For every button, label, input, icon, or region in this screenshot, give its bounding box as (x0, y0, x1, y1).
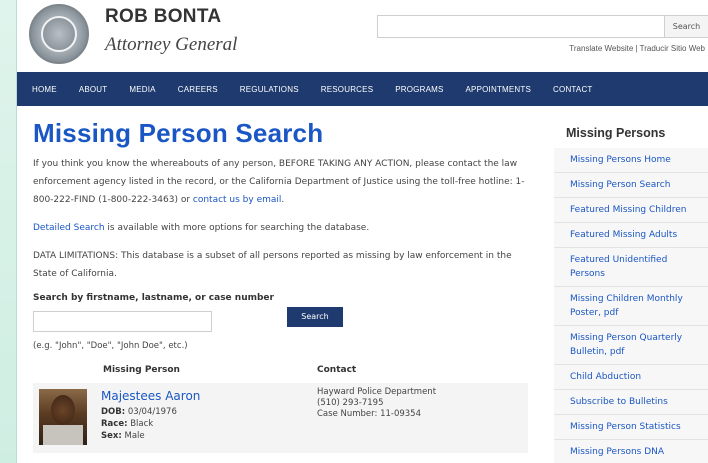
sidebar-item-missing-persons-dna[interactable]: Missing Persons DNA (554, 440, 708, 463)
main-nav: HOME ABOUT MEDIA CAREERS REGULATIONS RES… (17, 72, 708, 106)
contact-case-number: Case Number: 11-09354 (317, 409, 421, 419)
brand-subtitle[interactable]: Attorney General (105, 34, 237, 56)
sidebar-item-featured-missing-adults[interactable]: Featured Missing Adults (554, 223, 708, 248)
sex-value: Male (124, 431, 145, 441)
sidebar-item-featured-unidentified-persons[interactable]: Featured Unidentified Persons (554, 248, 708, 287)
intro-end: . (281, 195, 285, 205)
sidebar-item-missing-person-search[interactable]: Missing Person Search (554, 173, 708, 198)
nav-resources[interactable]: RESOURCES (310, 85, 384, 94)
intro-paragraph: If you think you know the whereabouts of… (33, 155, 528, 209)
nav-careers[interactable]: CAREERS (167, 85, 229, 94)
nav-home[interactable]: HOME (21, 85, 68, 94)
contact-phone: (510) 293-7195 (317, 398, 384, 408)
site-search-button[interactable]: Search (665, 15, 708, 38)
detailed-paragraph: Detailed Search is available with more o… (33, 219, 528, 237)
browser-viewport: ROB BONTA Attorney General Search Transl… (16, 0, 708, 463)
nav-programs[interactable]: PROGRAMS (384, 85, 454, 94)
sidebar-item-subscribe-bulletins[interactable]: Subscribe to Bulletins (554, 390, 708, 415)
sidebar-item-missing-persons-home[interactable]: Missing Persons Home (554, 148, 708, 173)
dob-value: 03/04/1976 (127, 407, 177, 417)
nav-appointments[interactable]: APPOINTMENTS (455, 85, 543, 94)
limitations-paragraph: DATA LIMITATIONS: This database is a sub… (33, 251, 512, 279)
nav-media[interactable]: MEDIA (118, 85, 166, 94)
table-row: Majestees Aaron DOB: 03/04/1976 Race: Bl… (33, 383, 528, 453)
translate-link[interactable]: Translate Website | Traducir Sitio Web (569, 44, 705, 53)
sidebar-item-featured-missing-children[interactable]: Featured Missing Children (554, 198, 708, 223)
person-race: Race: Black (101, 419, 153, 429)
sidebar-item-monthly-poster[interactable]: Missing Children Monthly Poster, pdf (554, 287, 708, 326)
main-content: Missing Person Search If you think you k… (33, 118, 528, 453)
sidebar-item-child-abduction[interactable]: Child Abduction (554, 365, 708, 390)
person-name-link[interactable]: Majestees Aaron (101, 389, 200, 403)
search-label: Search by firstname, lastname, or case n… (33, 293, 274, 303)
nav-about[interactable]: ABOUT (68, 85, 119, 94)
race-value: Black (130, 419, 154, 429)
sidebar-title: Missing Persons (566, 126, 666, 140)
site-search-input[interactable] (377, 15, 665, 38)
column-contact: Contact (317, 365, 357, 375)
detailed-text: is available with more options for searc… (104, 223, 370, 233)
dob-label: DOB: (101, 407, 126, 417)
name-search-input[interactable] (33, 311, 212, 332)
contact-agency: Hayward Police Department (317, 387, 437, 397)
nav-regulations[interactable]: REGULATIONS (229, 85, 310, 94)
search-row: Search (33, 307, 528, 339)
sidebar-item-missing-person-statistics[interactable]: Missing Person Statistics (554, 415, 708, 440)
column-missing-person: Missing Person (103, 365, 180, 375)
sidebar: Missing Persons Missing Persons Home Mis… (554, 118, 708, 463)
contact-email-link[interactable]: contact us by email (193, 195, 282, 205)
page-title: Missing Person Search (33, 118, 324, 148)
sex-label: Sex: (101, 431, 122, 441)
brand-name[interactable]: ROB BONTA (105, 6, 221, 28)
search-button[interactable]: Search (287, 307, 343, 327)
person-dob: DOB: 03/04/1976 (101, 407, 177, 417)
state-seal-icon[interactable] (29, 4, 89, 64)
person-photo[interactable] (39, 389, 87, 445)
sidebar-item-quarterly-bulletin[interactable]: Missing Person Quarterly Bulletin, pdf (554, 326, 708, 365)
results-header: Missing Person Contact (33, 361, 528, 379)
detailed-search-link[interactable]: Detailed Search (33, 223, 105, 233)
nav-contact[interactable]: CONTACT (542, 85, 603, 94)
search-hint: (e.g. "John", "Doe", "John Doe", etc.) (33, 341, 188, 351)
site-header: ROB BONTA Attorney General Search Transl… (17, 0, 708, 72)
race-label: Race: (101, 419, 128, 429)
person-sex: Sex: Male (101, 431, 145, 441)
